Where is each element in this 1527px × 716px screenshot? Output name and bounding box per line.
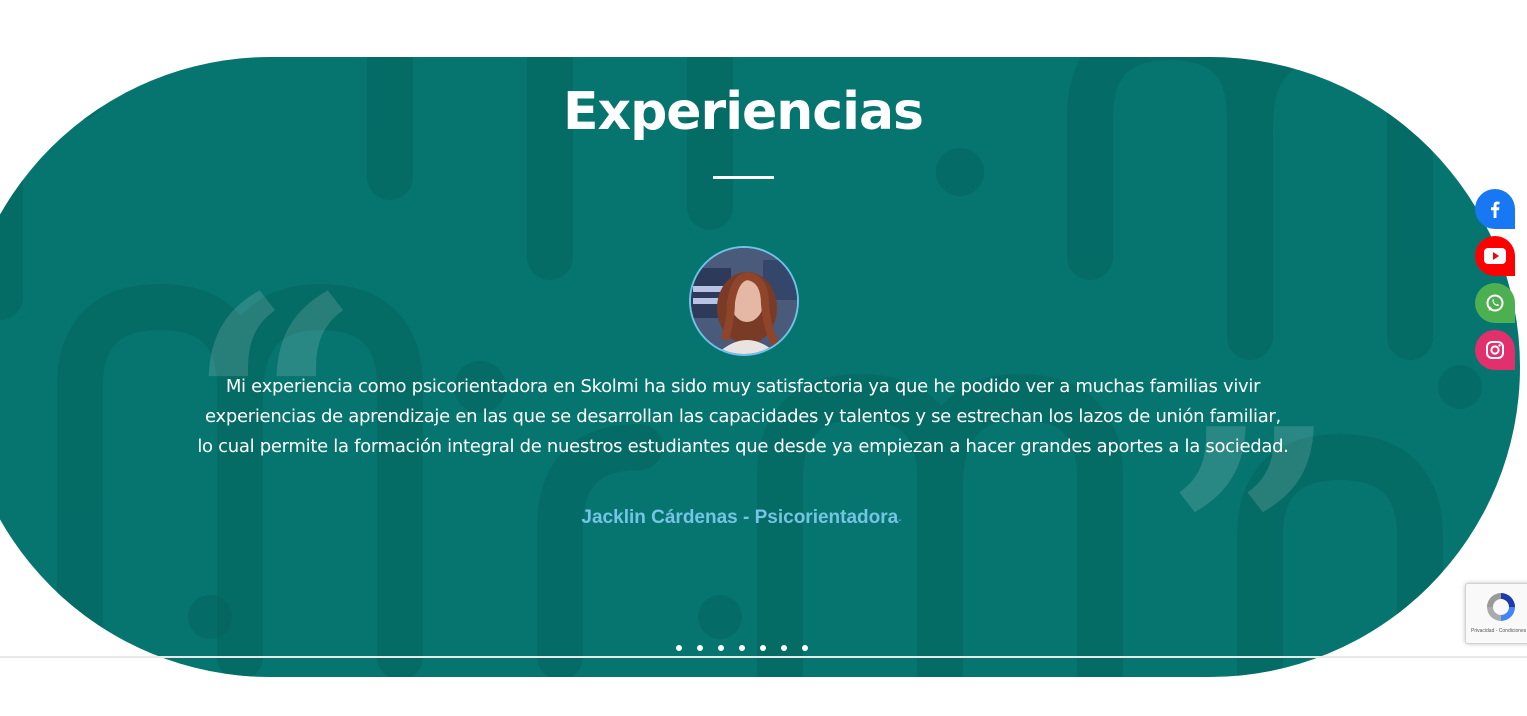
testimonial-quote: Mi experiencia como psicorientadora en S…	[197, 376, 1289, 457]
recaptcha-badge[interactable]: Privacidad - Condiciones	[1465, 583, 1527, 644]
author-separator: -	[898, 515, 902, 526]
testimonial-author: Jacklin Cárdenas - Psicorientadora-	[0, 507, 1483, 529]
author-avatar	[689, 246, 799, 356]
recaptcha-terms-text: Privacidad - Condiciones	[1471, 628, 1527, 634]
carousel-dot[interactable]	[802, 645, 808, 651]
carousel-dot[interactable]	[739, 645, 745, 651]
instagram-icon	[1486, 341, 1504, 359]
youtube-icon	[1484, 248, 1506, 264]
carousel-dot[interactable]	[676, 645, 682, 651]
carousel-dot[interactable]	[697, 645, 703, 651]
carousel-dot[interactable]	[781, 645, 787, 651]
carousel-dots	[676, 645, 808, 653]
carousel-dot[interactable]	[760, 645, 766, 651]
carousel-dot[interactable]	[718, 645, 724, 651]
whatsapp-button[interactable]	[1475, 283, 1515, 323]
instagram-button[interactable]	[1475, 330, 1515, 370]
whatsapp-icon	[1486, 294, 1504, 312]
recaptcha-icon	[1487, 593, 1515, 621]
facebook-icon	[1491, 201, 1500, 218]
testimonial-content: Experiencias “ ” Mi experiencia como psi…	[0, 0, 1527, 690]
section-title: Experiencias	[563, 82, 924, 142]
youtube-button[interactable]	[1475, 236, 1515, 276]
title-divider	[713, 176, 774, 179]
facebook-button[interactable]	[1475, 189, 1515, 229]
author-name: Jacklin Cárdenas - Psicorientadora	[581, 507, 899, 528]
